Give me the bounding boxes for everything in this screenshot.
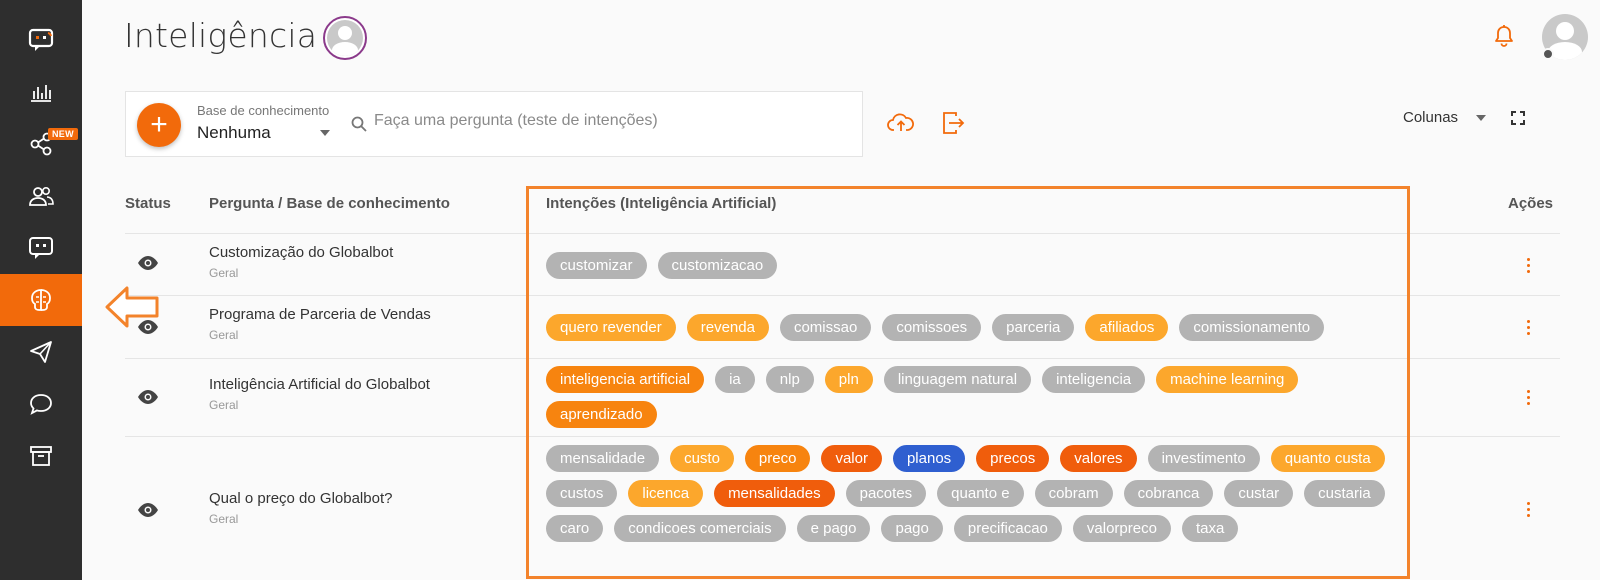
intent-tag[interactable]: quanto custa bbox=[1270, 445, 1385, 472]
columns-label: Colunas bbox=[1403, 109, 1459, 126]
eye-icon[interactable] bbox=[137, 256, 159, 275]
arrow-left-icon bbox=[105, 285, 159, 334]
intent-tag[interactable]: licenca bbox=[628, 480, 704, 507]
intent-tag[interactable]: pacotes bbox=[845, 480, 927, 507]
intent-tag[interactable]: custos bbox=[546, 480, 618, 507]
bot-avatar[interactable] bbox=[323, 16, 367, 60]
row-actions-menu-icon[interactable] bbox=[1527, 320, 1531, 338]
analytics-icon[interactable] bbox=[0, 66, 82, 118]
intent-tag[interactable]: taxa bbox=[1181, 515, 1239, 542]
users-icon[interactable] bbox=[0, 170, 82, 222]
row-actions-menu-icon[interactable] bbox=[1527, 258, 1531, 276]
intent-tag[interactable]: quanto e bbox=[937, 480, 1024, 507]
eye-icon[interactable] bbox=[137, 503, 159, 522]
bots-icon[interactable] bbox=[0, 222, 82, 274]
intent-tag[interactable]: valores bbox=[1060, 445, 1137, 472]
intent-tag[interactable]: condicoes comerciais bbox=[614, 515, 786, 542]
new-badge: NEW bbox=[48, 128, 78, 140]
intent-tag[interactable]: planos bbox=[892, 445, 966, 472]
export-file-icon[interactable] bbox=[940, 110, 966, 141]
intent-tags: mensalidade custo preco valor planos precos va… bbox=[546, 445, 1396, 542]
question-title[interactable]: Customização do Globalbot bbox=[209, 244, 393, 261]
intent-tag[interactable]: revenda bbox=[686, 314, 769, 341]
header-intents: Intenções (Inteligência Artificial) bbox=[546, 195, 777, 212]
chevron-down-icon bbox=[1476, 114, 1487, 121]
intent-tag[interactable]: mensalidade bbox=[546, 445, 660, 472]
intent-tag[interactable]: linguagem natural bbox=[883, 366, 1032, 393]
search-input[interactable] bbox=[374, 112, 844, 130]
notification-bell-icon[interactable] bbox=[1493, 24, 1515, 53]
question-title[interactable]: Programa de Parceria de Vendas bbox=[209, 306, 431, 323]
eye-icon[interactable] bbox=[137, 390, 159, 409]
intent-tag[interactable]: parceria bbox=[992, 314, 1075, 341]
intent-tag[interactable]: quero revender bbox=[546, 314, 676, 341]
search-panel: + Base de conhecimento Nenhuma bbox=[125, 91, 863, 157]
knowledge-base-select[interactable]: Nenhuma bbox=[197, 123, 271, 143]
intent-tag[interactable]: inteligencia artificial bbox=[546, 366, 705, 393]
intent-tag[interactable]: cobranca bbox=[1123, 480, 1214, 507]
search-icon bbox=[351, 116, 367, 137]
intent-tag[interactable]: ia bbox=[715, 366, 755, 393]
page-title: Inteligência bbox=[124, 16, 318, 55]
knowledge-base-label: Base de conhecimento bbox=[197, 103, 330, 118]
intent-tag[interactable]: afiliados bbox=[1085, 314, 1169, 341]
question-title[interactable]: Inteligência Artificial do Globalbot bbox=[209, 376, 430, 393]
header-actions: Ações bbox=[1508, 195, 1554, 212]
intent-tag[interactable]: pln bbox=[824, 366, 873, 393]
columns-dropdown[interactable]: Colunas bbox=[1403, 109, 1487, 126]
cloud-upload-icon[interactable] bbox=[887, 111, 915, 138]
sidebar: NEW bbox=[0, 0, 82, 580]
intent-tag[interactable]: valor bbox=[821, 445, 882, 472]
intent-tag[interactable]: mensalidades bbox=[714, 480, 835, 507]
send-icon[interactable] bbox=[0, 326, 82, 378]
intent-tags: quero revender revenda comissao comissoes pa… bbox=[546, 314, 1396, 341]
archive-icon[interactable] bbox=[0, 430, 82, 482]
intent-tag[interactable]: comissionamento bbox=[1179, 314, 1325, 341]
intent-tag[interactable]: custar bbox=[1224, 480, 1294, 507]
chevron-down-icon[interactable] bbox=[320, 130, 330, 136]
intent-tag[interactable]: comissao bbox=[779, 314, 872, 341]
row-actions-menu-icon[interactable] bbox=[1527, 502, 1531, 520]
fullscreen-icon[interactable] bbox=[1511, 111, 1525, 130]
chat-bubble-icon[interactable] bbox=[0, 378, 82, 430]
intent-tag[interactable]: aprendizado bbox=[546, 401, 657, 428]
header-question: Pergunta / Base de conhecimento bbox=[209, 195, 450, 212]
intent-tag[interactable]: customizacao bbox=[657, 252, 778, 279]
intent-tag[interactable]: pago bbox=[881, 515, 943, 542]
intent-tag[interactable]: custaria bbox=[1304, 480, 1385, 507]
intent-tag[interactable]: comissoes bbox=[882, 314, 982, 341]
intent-tags: inteligencia artificial ia nlp pln linguagem… bbox=[546, 366, 1396, 428]
intent-tag[interactable]: precos bbox=[976, 445, 1050, 472]
add-button[interactable]: + bbox=[137, 103, 181, 147]
intent-tag[interactable]: nlp bbox=[765, 366, 814, 393]
divider bbox=[125, 295, 1560, 296]
question-title[interactable]: Qual o preço do Globalbot? bbox=[209, 490, 392, 507]
row-actions-menu-icon[interactable] bbox=[1527, 390, 1531, 408]
brain-icon[interactable] bbox=[0, 274, 82, 326]
intent-tags: customizar customizacao bbox=[546, 252, 1396, 279]
intent-tag[interactable]: e pago bbox=[796, 515, 871, 542]
user-status-dot bbox=[1542, 48, 1554, 60]
knowledge-base-name: Geral bbox=[209, 328, 239, 342]
header-status: Status bbox=[125, 195, 171, 212]
intent-tag[interactable]: cobram bbox=[1034, 480, 1113, 507]
intent-tag[interactable]: inteligencia bbox=[1042, 366, 1146, 393]
knowledge-base-name: Geral bbox=[209, 398, 239, 412]
divider bbox=[125, 233, 1560, 234]
intent-tag[interactable]: machine learning bbox=[1156, 366, 1299, 393]
intent-tag[interactable]: valorpreco bbox=[1072, 515, 1171, 542]
intent-tag[interactable]: custo bbox=[670, 445, 734, 472]
knowledge-base-name: Geral bbox=[209, 266, 239, 280]
intent-tag[interactable]: customizar bbox=[546, 252, 647, 279]
intent-tag[interactable]: precificacao bbox=[953, 515, 1062, 542]
integrations-icon[interactable]: NEW bbox=[0, 118, 82, 170]
chatbot-logo-icon[interactable] bbox=[0, 14, 82, 66]
intent-tag[interactable]: preco bbox=[744, 445, 811, 472]
intent-tag[interactable]: caro bbox=[546, 515, 604, 542]
divider bbox=[125, 358, 1560, 359]
intent-tag[interactable]: investimento bbox=[1147, 445, 1260, 472]
divider bbox=[125, 436, 1560, 437]
knowledge-base-name: Geral bbox=[209, 512, 239, 526]
